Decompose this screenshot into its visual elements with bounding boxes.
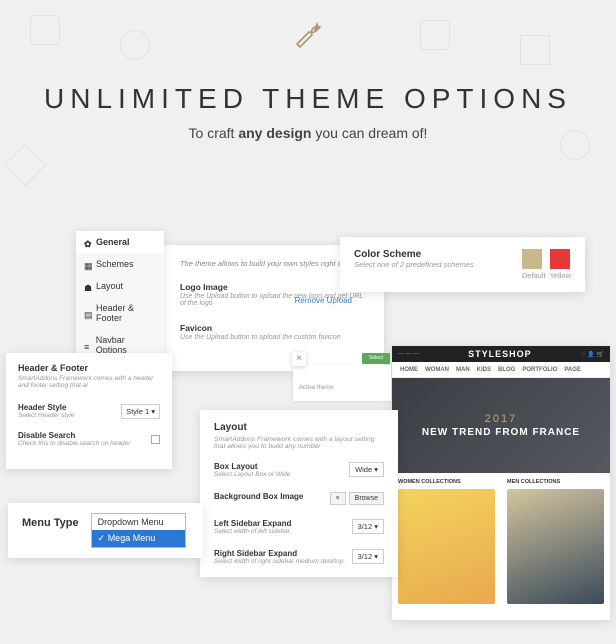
disable-search-checkbox[interactable] (151, 435, 160, 444)
preview-columns: WOMEN COLLECTIONS MEN COLLECTIONS (392, 473, 610, 620)
swatch-default[interactable]: Default (522, 249, 546, 280)
right-sidebar-select[interactable]: 3/12 ▾ (352, 549, 384, 564)
sidebar-label: General (96, 237, 130, 247)
page-title: UNLIMITED THEME OPTIONS (0, 83, 616, 115)
header-footer-panel: Header & Footer SmartAddons Framework co… (6, 353, 172, 469)
speech-icon: ☗ (84, 283, 91, 290)
preview-topbar: — — — STYLESHOP ♡ 👤 🛒 (392, 346, 610, 362)
layout-hint: SmartAddons Framework comes with a layou… (214, 436, 384, 450)
col-image-men (507, 489, 604, 604)
grid-icon: ▦ (84, 261, 91, 268)
nav-man[interactable]: MAN (456, 367, 470, 373)
sidebar-label: Navbar Options (96, 335, 156, 355)
page-subtitle: To craft any design you can dream of! (0, 125, 616, 141)
preview-col-women: WOMEN COLLECTIONS (392, 473, 501, 620)
sidebar-label: Schemes (96, 259, 134, 269)
menutype-option-dropdown[interactable]: Dropdown Menu (92, 514, 185, 530)
nav-page[interactable]: PAGE (564, 367, 581, 373)
theme-preview: — — — STYLESHOP ♡ 👤 🛒 HOME WOMAN MAN KID… (392, 346, 610, 620)
subtitle-pre: To craft (189, 125, 239, 141)
menutype-option-mega[interactable]: Mega Menu (92, 530, 185, 547)
bg-image-row: Background Box Image × Browse (214, 492, 384, 505)
menu-icon: ≡ (84, 342, 91, 349)
box-label: Box Layout (214, 462, 291, 471)
preview-hero: 2017 NEW TREND FROM FRANCE (392, 378, 610, 473)
bg-browse-button[interactable]: Browse (349, 492, 384, 505)
preview-col-men: MEN COLLECTIONS (501, 473, 610, 620)
sidebar-item-schemes[interactable]: ▦ Schemes (76, 253, 164, 275)
col-title-women: WOMEN COLLECTIONS (398, 479, 495, 485)
preview-year: 2017 (485, 413, 517, 425)
colorscheme-hint: Select one of 2 predefined schemes (354, 260, 522, 269)
box-layout-row: Box LayoutSelect Layout Box or Wide Wide… (214, 462, 384, 478)
col-title-men: MEN COLLECTIONS (507, 479, 604, 485)
gear-icon: ✿ (84, 239, 91, 246)
left-label: Left Sidebar Expand (214, 519, 291, 528)
left-sidebar-row: Left Sidebar ExpandSelect width of left … (214, 519, 384, 535)
sidebar-label: Layout (96, 281, 123, 291)
select-button[interactable]: Select (362, 353, 390, 364)
right-label: Right Sidebar Expand (214, 549, 345, 558)
left-sidebar-select[interactable]: 3/12 ▾ (352, 519, 384, 534)
sidebar-item-general[interactable]: ✿ General (76, 231, 164, 253)
hf-title: Header & Footer (18, 363, 160, 373)
style-label: Header Style (18, 403, 74, 412)
disable-hint: Check this to disable search on header (18, 440, 130, 447)
sidebar-item-layout[interactable]: ☗ Layout (76, 275, 164, 297)
box-hint: Select Layout Box or Wide (214, 471, 291, 478)
menu-type-panel: Menu Type Dropdown Menu Mega Menu (8, 503, 203, 558)
layout-panel: Layout SmartAddons Framework comes with … (200, 410, 398, 577)
subtitle-bold: any design (238, 125, 311, 141)
nav-portfolio[interactable]: PORTFOLIO (522, 367, 557, 373)
right-hint: Select width of right sidebar medium des… (214, 558, 345, 565)
nav-woman[interactable]: WOMAN (425, 367, 449, 373)
favicon-row: Favicon Use the Upload button to upload … (180, 323, 368, 341)
preview-logo: STYLESHOP (468, 349, 532, 359)
nav-kids[interactable]: KIDS (477, 367, 491, 373)
layout-title: Layout (214, 422, 384, 433)
swatch-box-yellow (550, 249, 570, 269)
hero-section: UNLIMITED THEME OPTIONS To craft any des… (0, 0, 616, 141)
nav-home[interactable]: HOME (400, 367, 418, 373)
subtitle-post: you can dream of! (311, 125, 427, 141)
topbar-left: — — — (398, 351, 419, 357)
options-sidebar: ✿ General ▦ Schemes ☗ Layout ▤ Header & Foot… (76, 231, 164, 361)
menutype-label: Menu Type (22, 513, 79, 529)
swatch-box-default (522, 249, 542, 269)
header-style-field: Header Style Select Header style Style 1… (18, 403, 160, 419)
right-sidebar-row: Right Sidebar ExpandSelect width of righ… (214, 549, 384, 565)
col-image-women (398, 489, 495, 604)
active-theme-label: Active theme (293, 365, 391, 401)
swatch-group: Default Yellow (522, 249, 571, 280)
favicon-label: Favicon (180, 323, 368, 333)
sidebar-label: Header & Footer (96, 303, 156, 323)
swatch-name: Default (522, 271, 546, 280)
swatch-yellow[interactable]: Yellow (550, 249, 571, 280)
bg-label: Background Box Image (214, 492, 303, 501)
preview-slogan: NEW TREND FROM FRANCE (422, 427, 580, 438)
favicon-hint: Use the Upload button to upload the cust… (180, 334, 368, 341)
disable-search-field: Disable Search Check this to disable sea… (18, 431, 160, 447)
header-style-select[interactable]: Style 1 ▾ (121, 404, 160, 419)
topbar-right: ♡ 👤 🛒 (580, 351, 604, 358)
menutype-dropdown[interactable]: Dropdown Menu Mega Menu (91, 513, 186, 548)
disable-label: Disable Search (18, 431, 130, 440)
sidebar-item-header-footer[interactable]: ▤ Header & Footer (76, 297, 164, 329)
close-icon[interactable]: × (292, 352, 306, 366)
swatch-name: Yellow (550, 271, 571, 280)
nav-blog[interactable]: BLOG (498, 367, 515, 373)
layout-icon: ▤ (84, 310, 91, 317)
bg-clear-button[interactable]: × (330, 492, 346, 505)
color-scheme-panel: Color Scheme Select one of 2 predefined … (340, 237, 585, 292)
preview-nav: HOME WOMAN MAN KIDS BLOG PORTFOLIO PAGE (392, 362, 610, 378)
hf-hint: SmartAddons Framework comes with a heade… (18, 375, 160, 389)
colorscheme-label: Color Scheme (354, 249, 522, 260)
box-layout-select[interactable]: Wide ▾ (349, 462, 384, 477)
style-hint: Select Header style (18, 412, 74, 419)
left-hint: Select width of left sidebar. (214, 528, 291, 535)
remove-upload-link[interactable]: Remove Upload (295, 296, 352, 305)
wrench-icon (289, 18, 327, 71)
